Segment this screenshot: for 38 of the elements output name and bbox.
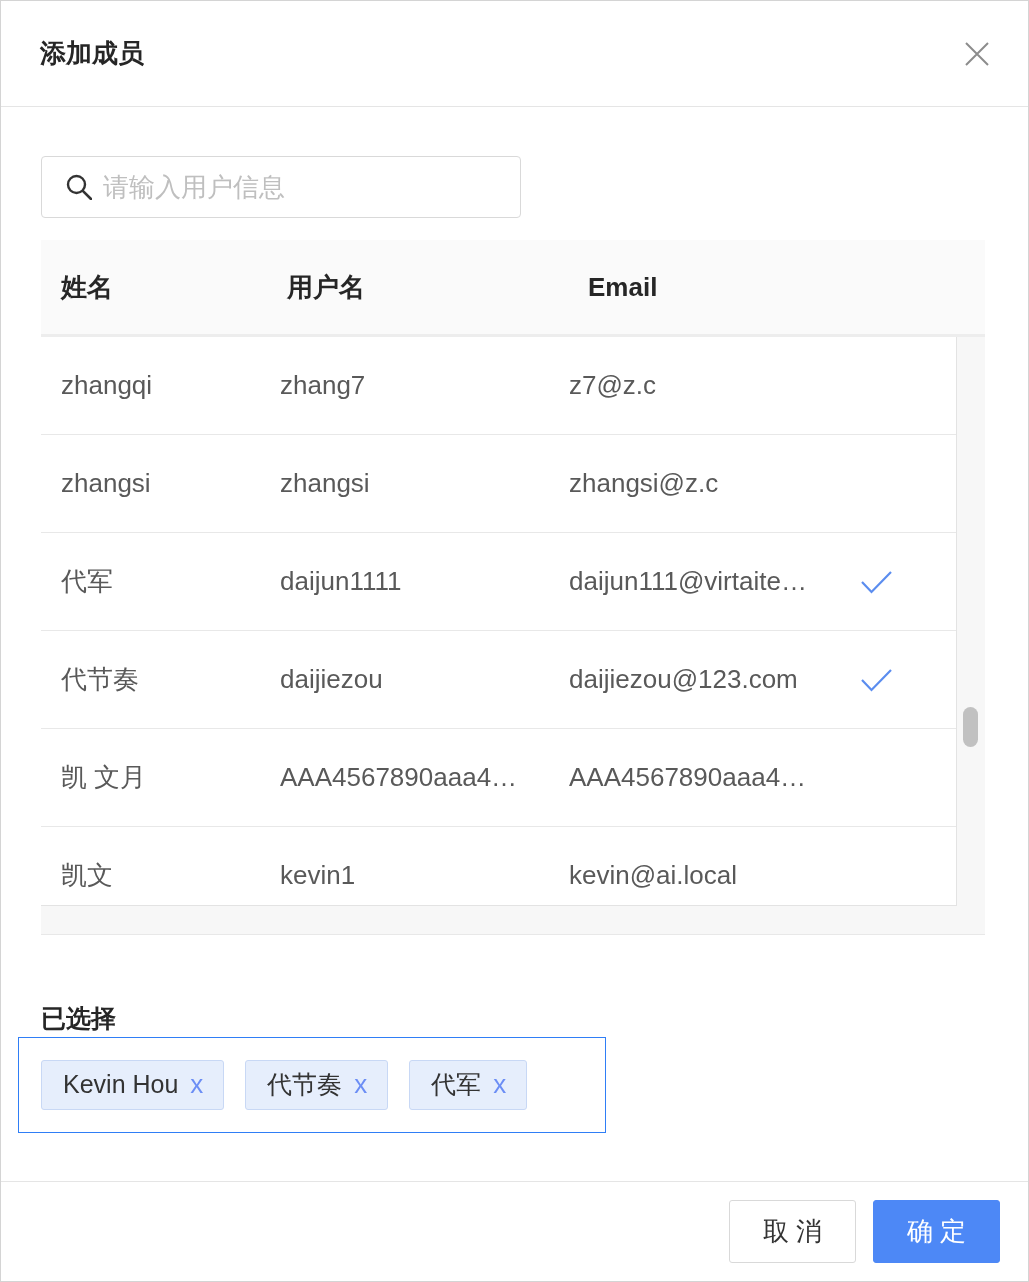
column-header: Email: [588, 270, 658, 304]
table-row[interactable]: 代节奏 daijiezou daijiezou@123.com: [41, 631, 956, 729]
table-row[interactable]: 代军 daijun1111 daijun111@virtaite…: [41, 533, 956, 631]
table-row[interactable]: zhangqi zhang7 z7@z.c: [41, 337, 956, 435]
table-cell-text: zhangqi: [61, 369, 153, 402]
table-cell-text: zhang7: [280, 369, 366, 402]
close-icon: [965, 41, 989, 66]
close-button[interactable]: [964, 40, 990, 67]
table-cell-text: AAA4567890aaa4…: [280, 761, 518, 794]
table-cell-text: AAA4567890aaa4…: [569, 761, 807, 794]
table-cell-text: 凯文: [61, 859, 113, 892]
table-cell-text: zhangsi: [61, 467, 151, 500]
table-row[interactable]: 凯 文月 AAA4567890aaa4… AAA4567890aaa4…: [41, 729, 956, 827]
tag-label: 代军: [431, 1069, 482, 1101]
table-cell-text: 代军: [61, 565, 113, 598]
table-cell-text: zhangsi@z.c: [569, 467, 719, 500]
cancel-button[interactable]: 取 消: [729, 1200, 856, 1263]
tag-label: 代节奏: [267, 1069, 343, 1101]
table-cell-text: zhangsi: [280, 467, 370, 500]
table-cell-text: 凯 文月: [61, 761, 147, 794]
scrollbar-thumb[interactable]: [963, 707, 978, 747]
table-row[interactable]: 凯文 kevin1 kevin@ai.local: [41, 827, 956, 905]
tag-label: Kevin Hou: [63, 1069, 179, 1101]
table-cell-text: daijun1111: [280, 565, 402, 598]
table-cell-text: kevin@ai.local: [569, 859, 738, 892]
search-icon: [66, 174, 92, 200]
column-header: 姓名: [61, 270, 113, 304]
table-cell-text: z7@z.c: [569, 369, 657, 402]
table-cell-text: daijiezou@123.com: [569, 663, 798, 696]
column-header: 用户名: [287, 270, 365, 304]
search-field[interactable]: 请输入用户信息: [41, 156, 521, 218]
dialog-title: 添加成员: [40, 37, 144, 70]
table-cell-text: daijun111@virtaite…: [569, 565, 807, 598]
section-label: 已选择: [41, 1003, 116, 1033]
table-cell-text: 代节奏: [61, 663, 139, 696]
table-cell-text: kevin1: [280, 859, 356, 892]
table-row[interactable]: zhangsi zhangsi zhangsi@z.c: [41, 435, 956, 533]
table-cell-text: daijiezou: [280, 663, 383, 696]
